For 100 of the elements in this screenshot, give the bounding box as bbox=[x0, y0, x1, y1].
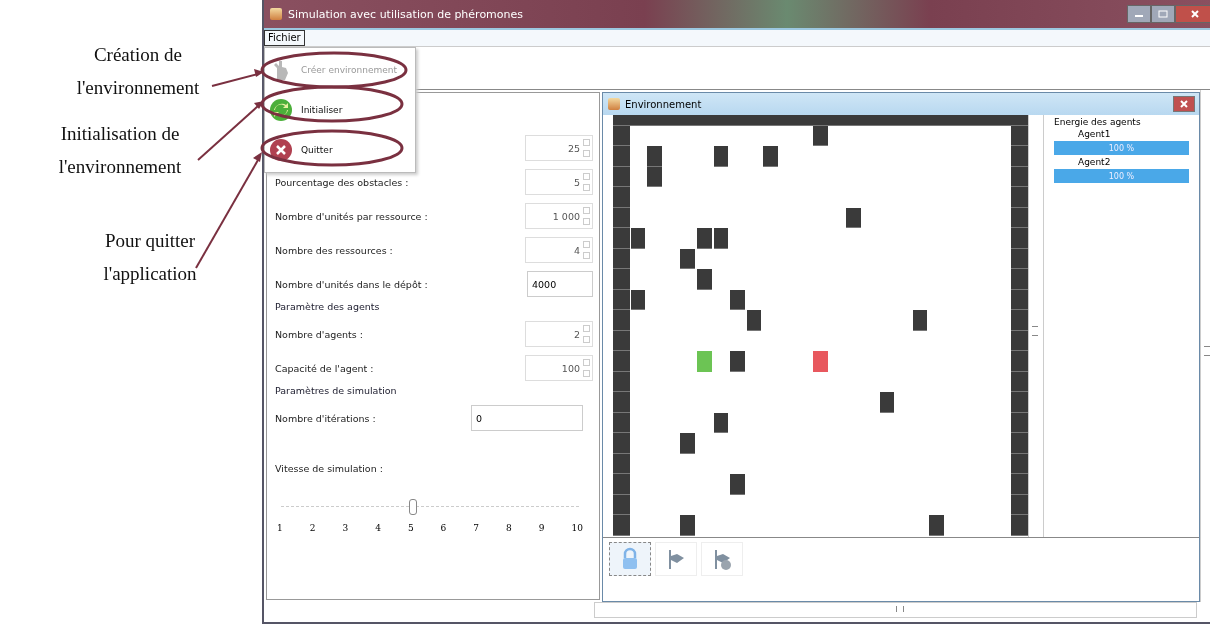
tick-label: 9 bbox=[538, 523, 545, 533]
field-label: Nombre d'unités dans le dépôt : bbox=[275, 278, 428, 290]
field-label: Nombre d'unités par ressource : bbox=[275, 210, 428, 222]
scrollbar[interactable] bbox=[594, 602, 1197, 618]
obstacle-block bbox=[846, 207, 861, 228]
obstacle-block bbox=[713, 412, 729, 433]
wall-block bbox=[613, 289, 630, 310]
obstacle-block bbox=[647, 146, 662, 167]
wall-block bbox=[613, 474, 630, 495]
obstacle-block bbox=[680, 248, 695, 269]
wall-block bbox=[613, 453, 630, 474]
wall-block bbox=[613, 412, 630, 433]
tick-label: 7 bbox=[473, 523, 480, 533]
wall-block bbox=[1011, 474, 1028, 495]
menu-item[interactable]: Quitter bbox=[265, 134, 415, 166]
tick-label: 3 bbox=[342, 523, 349, 533]
obstacle-block bbox=[730, 474, 745, 495]
close-icon bbox=[1190, 10, 1200, 18]
text-field[interactable]: 0 bbox=[471, 405, 583, 431]
wall-block bbox=[1011, 269, 1028, 290]
close-icon bbox=[1179, 100, 1189, 108]
spinner-field[interactable]: 4 bbox=[525, 237, 593, 263]
tick-label: 2 bbox=[309, 523, 316, 533]
annotation-label: Création de l'environnement bbox=[75, 43, 201, 100]
wall-block bbox=[1011, 433, 1028, 454]
obstacle-block bbox=[630, 289, 646, 310]
obstacle-block bbox=[713, 146, 729, 167]
tick-label: 6 bbox=[440, 523, 447, 533]
annotation-label: Pour quitter l'application bbox=[102, 229, 198, 286]
app-icon bbox=[608, 98, 620, 110]
close-button[interactable] bbox=[1173, 96, 1195, 112]
tick-label: 5 bbox=[407, 523, 414, 533]
field-label: Nombre d'itérations : bbox=[275, 412, 376, 424]
spinner-field[interactable]: 2 bbox=[525, 321, 593, 347]
menu-item[interactable]: Fichier bbox=[264, 30, 305, 46]
close-circle-icon bbox=[269, 138, 293, 162]
obstacle-block bbox=[647, 166, 662, 187]
window-title: Simulation avec utilisation de phéromones bbox=[288, 7, 524, 21]
wall-block bbox=[1011, 146, 1028, 167]
maximize-button[interactable] bbox=[1151, 5, 1175, 23]
maximize-icon bbox=[1158, 10, 1168, 18]
app-icon bbox=[270, 8, 282, 20]
wall-block bbox=[613, 207, 630, 228]
wall-block bbox=[1011, 310, 1028, 331]
wall-block bbox=[613, 433, 630, 454]
wall-block bbox=[613, 228, 630, 249]
wall-block bbox=[613, 269, 630, 290]
wall-block bbox=[613, 330, 630, 351]
wall-block bbox=[613, 371, 630, 392]
spinner-field[interactable]: 25 bbox=[525, 135, 593, 161]
minimize-button[interactable] bbox=[1127, 5, 1151, 23]
obstacle-block bbox=[697, 269, 712, 290]
field-label: Nombre d'agents : bbox=[275, 328, 364, 340]
close-button[interactable] bbox=[1175, 5, 1210, 23]
wall-block bbox=[613, 515, 630, 536]
window-title: Environnement bbox=[625, 98, 702, 110]
panel-title: Energie des agents bbox=[1054, 117, 1142, 127]
spinner-field[interactable]: 5 bbox=[525, 169, 593, 195]
spinner-field[interactable]: 1 000 bbox=[525, 203, 593, 229]
field-label: Vitesse de simulation : bbox=[275, 463, 384, 476]
tick-label: 10 bbox=[571, 523, 583, 533]
obstacle-block bbox=[713, 228, 729, 249]
obstacle-block bbox=[879, 392, 895, 413]
wall-block bbox=[1011, 228, 1028, 249]
wall-block bbox=[613, 351, 630, 372]
tool-button[interactable] bbox=[609, 542, 651, 576]
obstacle-block bbox=[912, 310, 928, 331]
obstacle-block bbox=[680, 433, 695, 454]
wall-block bbox=[613, 494, 630, 515]
wall-block bbox=[613, 187, 630, 208]
obstacle-block bbox=[763, 146, 778, 167]
field-label: Nombre des ressources : bbox=[275, 244, 393, 256]
menu-item[interactable]: Initialiser bbox=[265, 94, 415, 126]
wall-block bbox=[613, 392, 630, 413]
obstacle-block bbox=[813, 125, 828, 146]
tick-label: 4 bbox=[375, 523, 381, 533]
wall-block bbox=[1011, 187, 1028, 208]
text-field[interactable]: 4000 bbox=[527, 271, 593, 297]
wall-block bbox=[613, 146, 630, 167]
speed-slider[interactable] bbox=[281, 497, 579, 517]
annotation-label: Initialisation de l'environnement bbox=[57, 122, 183, 179]
section-heading: Paramètres de simulation bbox=[275, 385, 398, 398]
obstacle-block bbox=[929, 515, 944, 536]
wall-block bbox=[1011, 351, 1028, 372]
obstacle-block bbox=[730, 289, 745, 310]
wall-block bbox=[613, 248, 630, 269]
scrollbar[interactable] bbox=[1028, 115, 1044, 537]
field-label: Pourcentage des obstacles : bbox=[275, 176, 409, 188]
agent-label: Agent1 bbox=[1077, 129, 1112, 139]
spinner-field[interactable]: 100 bbox=[525, 355, 593, 381]
obstacle-block bbox=[680, 515, 695, 536]
obstacle-block bbox=[697, 228, 712, 249]
arrow bbox=[211, 69, 264, 87]
energy-reading: 100 % bbox=[1108, 171, 1135, 181]
wall-block bbox=[613, 310, 630, 331]
agent-label: Agent2 bbox=[1077, 157, 1112, 167]
wall-block bbox=[613, 166, 630, 187]
slider-thumb[interactable] bbox=[409, 499, 418, 515]
tick-label: 1 bbox=[277, 523, 283, 533]
obstacle-block bbox=[630, 228, 646, 249]
